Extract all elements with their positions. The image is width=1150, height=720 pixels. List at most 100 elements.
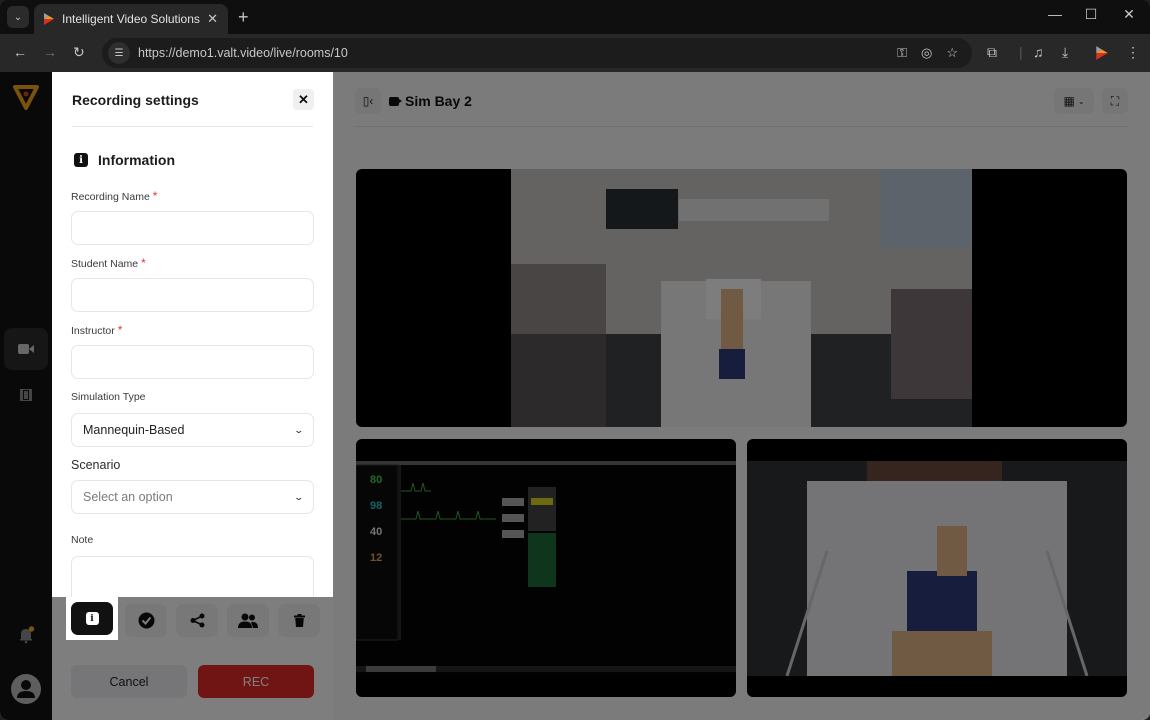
layout-dropdown-button[interactable]: ▦ ⌄ [1054, 88, 1094, 114]
video-feed-room-overview[interactable] [356, 169, 1127, 427]
header-divider [355, 126, 1128, 127]
eye-off-icon[interactable]: ◎ [921, 45, 932, 61]
drawer-divider [72, 126, 313, 127]
download-icon[interactable]: ⤓ [1062, 44, 1068, 61]
instructor-label: Instructor * [71, 323, 122, 337]
check-circle-icon [138, 612, 154, 629]
bell-icon [20, 626, 35, 644]
minimize-button[interactable]: — [1040, 6, 1070, 22]
note-textarea[interactable] [71, 556, 314, 597]
chevron-down-icon: ⌄ [293, 491, 305, 502]
student-name-label: Student Name * [71, 256, 146, 270]
bed-camera-image [747, 461, 1127, 676]
media-control-icon[interactable]: ♫ [1033, 44, 1044, 60]
layout-grid-icon: ▦ [1063, 94, 1075, 108]
recording-name-input[interactable] [71, 211, 314, 245]
fullscreen-icon: ⛶ [1110, 93, 1120, 108]
close-icon: ✕ [298, 91, 309, 107]
monitor-screen-image [356, 461, 736, 676]
required-asterisk: * [117, 323, 123, 337]
nav-item-recordings[interactable] [4, 374, 48, 416]
student-name-input[interactable] [71, 278, 314, 312]
vital-spo2: 98 [370, 500, 383, 512]
scenario-placeholder: Select an option [83, 490, 173, 504]
browser-toolbar: ← → ↻ ☰ https://demo1.valt.video/live/ro… [0, 34, 1150, 72]
instructor-label-text: Instructor [71, 325, 115, 337]
rec-button[interactable]: REC [198, 665, 314, 698]
tab-close-icon[interactable]: ✕ [207, 11, 218, 27]
room-title: Sim Bay 2 [405, 93, 472, 109]
simulation-type-value: Mannequin-Based [83, 423, 185, 437]
back-button[interactable]: ← [13, 44, 27, 60]
notification-dot [28, 626, 35, 632]
info-tab-highlight: i [66, 597, 118, 640]
password-key-icon[interactable]: ⚿ [897, 45, 907, 61]
url-text[interactable]: https://demo1.valt.video/live/rooms/10 [138, 46, 897, 60]
recording-name-label: Recording Name * [71, 189, 157, 203]
simulation-type-select[interactable]: Mannequin-Based ⌄ [71, 413, 314, 447]
tab-title: Intelligent Video Solutions [62, 12, 200, 26]
address-bar[interactable]: ☰ https://demo1.valt.video/live/rooms/10… [102, 38, 972, 68]
tab-delete-button[interactable] [278, 604, 320, 637]
share-icon [190, 613, 204, 628]
toolbar-divider: | [1019, 44, 1023, 60]
recording-name-label-text: Recording Name [71, 191, 150, 203]
tab-search-button[interactable]: ⌄ [7, 6, 29, 28]
new-tab-button[interactable]: + [238, 7, 249, 27]
tab-status-button[interactable] [125, 604, 167, 637]
tab-strip: ⌄ Intelligent Video Solutions ✕ + — ☐ ✕ [0, 0, 1150, 34]
information-section-header: i Information [74, 152, 175, 168]
video-feed-patient-monitor[interactable]: 80 98 40 12 [356, 439, 736, 697]
fullscreen-button[interactable]: ⛶ [1102, 88, 1128, 114]
drawer-title: Recording settings [72, 92, 199, 108]
vital-etco2: 40 [370, 526, 383, 538]
browser-menu-icon[interactable]: ⋮ [1126, 44, 1140, 61]
video-feed-bed-overhead[interactable] [747, 439, 1127, 697]
user-avatar-button[interactable] [4, 668, 48, 710]
browser-window: ⌄ Intelligent Video Solutions ✕ + — ☐ ✕ … [0, 0, 1150, 720]
chevron-down-icon: ⌄ [293, 424, 305, 435]
required-asterisk: * [141, 256, 146, 270]
room-header: ▯‹ Sim Bay 2 ▦ ⌄ ⛶ [355, 86, 1128, 116]
valt-favicon-icon [44, 13, 54, 25]
maximize-button[interactable]: ☐ [1076, 6, 1106, 23]
browser-tab[interactable]: Intelligent Video Solutions ✕ [34, 4, 228, 34]
tab-information-button[interactable]: i [71, 602, 113, 635]
extensions-icon[interactable]: ⧉ [987, 44, 997, 61]
notifications-button[interactable] [4, 614, 48, 656]
forward-button[interactable]: → [43, 44, 57, 60]
section-title: Information [98, 152, 175, 168]
required-asterisk: * [152, 189, 158, 203]
valt-extension-icon[interactable] [1094, 45, 1110, 61]
room-title-wrap: Sim Bay 2 [389, 93, 472, 109]
reload-button[interactable]: ↻ [73, 44, 85, 61]
tab-share-button[interactable] [176, 604, 218, 637]
note-label: Note [71, 534, 94, 546]
film-icon [20, 389, 32, 401]
users-icon [238, 613, 258, 628]
instructor-input[interactable] [71, 345, 314, 379]
scenario-select[interactable]: Select an option ⌄ [71, 480, 314, 514]
cancel-button[interactable]: Cancel [71, 665, 187, 698]
trash-icon [293, 614, 305, 627]
nav-item-live-rooms[interactable] [4, 328, 48, 370]
vital-heart-rate: 80 [370, 474, 383, 486]
tab-users-button[interactable] [227, 604, 269, 637]
recording-settings-drawer: Recording settings ✕ i Information Recor… [52, 72, 333, 597]
avatar-icon [11, 674, 41, 704]
bookmark-star-icon[interactable]: ☆ [946, 45, 958, 61]
room-camera-image [511, 169, 972, 427]
drawer-close-button[interactable]: ✕ [293, 89, 314, 110]
room-view: ▯‹ Sim Bay 2 ▦ ⌄ ⛶ 80 98 40 12 [340, 72, 1150, 720]
site-info-icon[interactable]: ☰ [108, 42, 130, 64]
video-camera-icon [18, 344, 34, 354]
simulation-type-label: Simulation Type [71, 391, 146, 403]
toggle-sidebar-button[interactable]: ▯‹ [355, 88, 381, 114]
scenario-label: Scenario [71, 458, 121, 472]
info-icon: i [74, 153, 88, 167]
panel-collapse-icon: ▯‹ [362, 94, 374, 108]
window-close-button[interactable]: ✕ [1114, 6, 1144, 23]
info-icon: i [85, 612, 99, 625]
student-name-label-text: Student Name [71, 258, 139, 270]
chevron-down-icon: ⌄ [1077, 96, 1085, 106]
